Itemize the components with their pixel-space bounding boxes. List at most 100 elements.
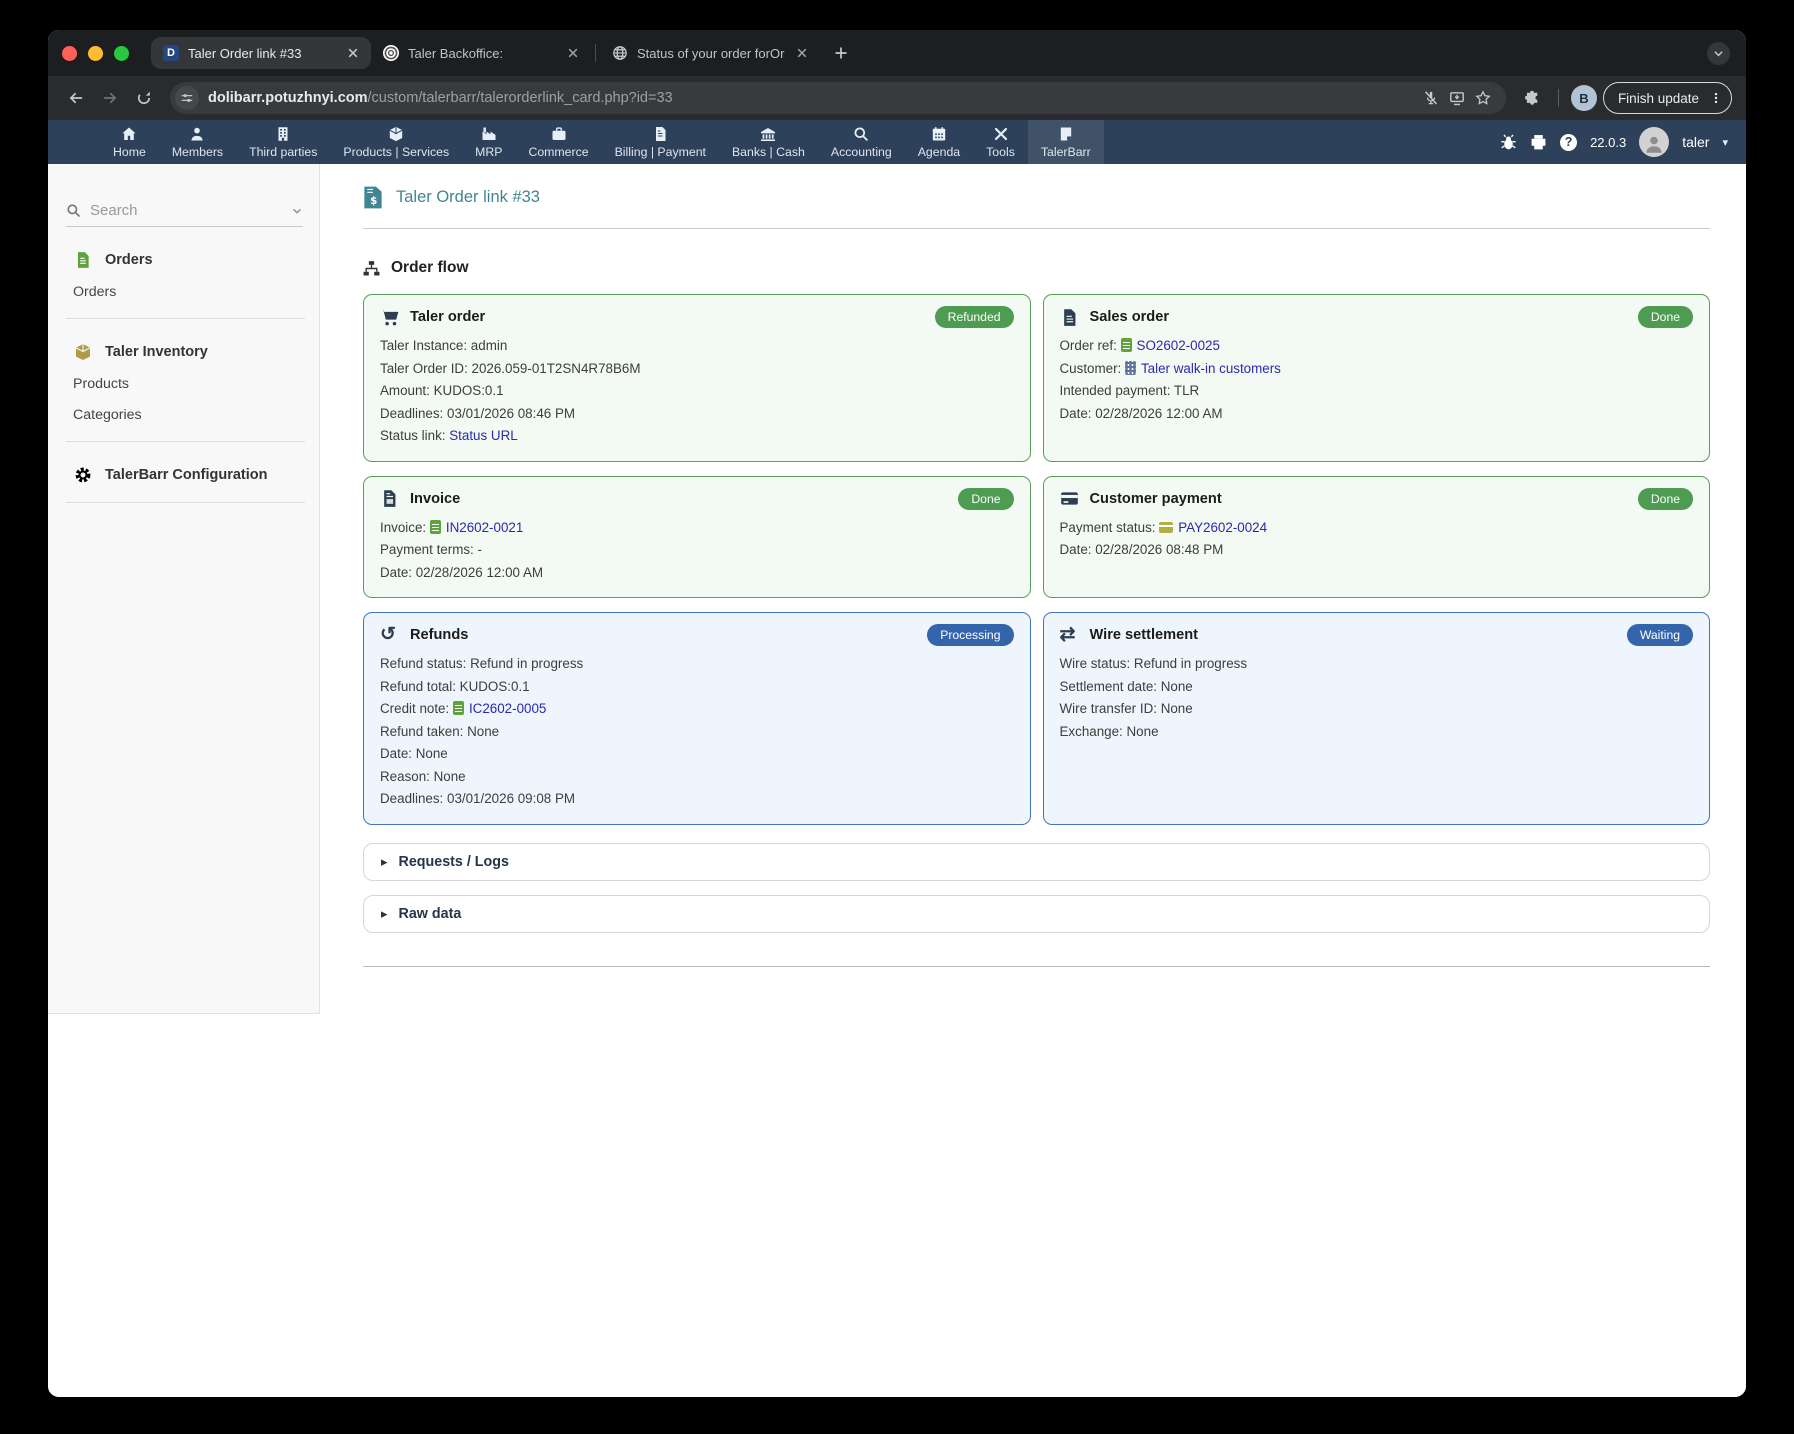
card-line: Credit note: IC2602-0005 bbox=[380, 698, 1014, 721]
menu-item-label: Accounting bbox=[831, 145, 892, 159]
sidebar-section-header: Orders bbox=[48, 251, 319, 269]
window-close-button[interactable] bbox=[62, 46, 77, 61]
sidebar-divider bbox=[66, 441, 305, 442]
user-menu[interactable]: taler bbox=[1682, 134, 1709, 150]
menu-item-billing-payment[interactable]: Billing | Payment bbox=[602, 120, 719, 164]
left-sidebar: Orders Orders Taler Inventory Products Categ… bbox=[48, 164, 320, 1014]
card-line: Refund total: KUDOS:0.1 bbox=[380, 676, 1014, 699]
card-line: Taler Order ID: 2026.059-01T2SN4R78B6M bbox=[380, 358, 1014, 381]
card-line: Payment terms: - bbox=[380, 539, 1014, 562]
card-header: ⇄Wire settlementWaiting bbox=[1060, 624, 1694, 646]
browser-tab[interactable]: Taler Backoffice: bbox=[371, 37, 591, 69]
menu-item-banks-cash[interactable]: Banks | Cash bbox=[719, 120, 818, 164]
status-badge: Done bbox=[1638, 488, 1693, 510]
calendar-icon bbox=[931, 126, 947, 142]
browser-menu-icon[interactable] bbox=[1707, 89, 1725, 107]
address-bar[interactable]: dolibarr.potuzhnyi.com/custom/talerbarr/… bbox=[170, 82, 1506, 114]
finish-update-button[interactable]: Finish update bbox=[1603, 82, 1732, 114]
user-menu-chevron-icon[interactable]: ▾ bbox=[1722, 136, 1728, 149]
card-line: Deadlines: 03/01/2026 08:46 PM bbox=[380, 403, 1014, 426]
taler-favicon bbox=[383, 45, 399, 61]
file-green-icon bbox=[74, 251, 92, 269]
browser-tab[interactable]: DTaler Order link #33 bbox=[151, 37, 371, 69]
user-avatar[interactable] bbox=[1639, 127, 1669, 157]
card-link[interactable]: IC2602-0005 bbox=[469, 701, 546, 716]
card-line: Payment status: PAY2602-0024 bbox=[1060, 517, 1694, 540]
card-line-text: Taler Order ID: 2026.059-01T2SN4R78B6M bbox=[380, 361, 641, 376]
search-icon bbox=[66, 203, 81, 218]
tab-close-icon[interactable] bbox=[565, 45, 581, 61]
version-label: 22.0.3 bbox=[1590, 135, 1626, 150]
menu-item-mrp[interactable]: MRP bbox=[462, 120, 515, 164]
exchange-icon: ⇄ bbox=[1060, 626, 1079, 645]
status-badge: Done bbox=[1638, 306, 1693, 328]
card-line-text: Taler Instance: admin bbox=[380, 338, 507, 353]
card-line: Settlement date: None bbox=[1060, 676, 1694, 699]
main-content: $ Taler Order link #33 Order flow Taler … bbox=[320, 164, 1746, 967]
forward-button[interactable] bbox=[96, 84, 124, 112]
bank-icon bbox=[760, 126, 776, 142]
reload-button[interactable] bbox=[130, 84, 158, 112]
sidebar-item-products[interactable]: Products bbox=[73, 376, 319, 392]
menu-item-accounting[interactable]: Accounting bbox=[818, 120, 905, 164]
extensions-icon[interactable] bbox=[1518, 84, 1546, 112]
card-link[interactable]: Status URL bbox=[449, 428, 517, 443]
browser-tab[interactable]: Status of your order forOrder bbox=[600, 37, 820, 69]
card-line-text: Payment status: bbox=[1060, 520, 1160, 535]
bookmark-star-icon[interactable] bbox=[1470, 85, 1496, 111]
file-green-icon bbox=[453, 701, 464, 715]
new-tab-button[interactable] bbox=[828, 40, 854, 66]
menu-item-commerce[interactable]: Commerce bbox=[515, 120, 601, 164]
gear-icon bbox=[74, 466, 92, 484]
menu-item-agenda[interactable]: Agenda bbox=[905, 120, 973, 164]
menu-item-third-parties[interactable]: Third parties bbox=[236, 120, 330, 164]
mic-off-icon[interactable] bbox=[1418, 85, 1444, 111]
menu-item-label: TalerBarr bbox=[1041, 145, 1091, 159]
card-link[interactable]: Taler walk-in customers bbox=[1141, 361, 1281, 376]
card-header: ↺RefundsProcessing bbox=[380, 624, 1014, 646]
collapsible-raw-data[interactable]: ▸Raw data bbox=[363, 895, 1710, 933]
menu-item-tools[interactable]: Tools bbox=[973, 120, 1028, 164]
site-info-icon[interactable] bbox=[175, 86, 199, 110]
cart-icon bbox=[380, 308, 399, 327]
desktop-background: DTaler Order link #33Taler Backoffice: St… bbox=[0, 0, 1794, 1434]
back-button[interactable] bbox=[62, 84, 90, 112]
sidebar-item-orders[interactable]: Orders bbox=[73, 284, 319, 300]
cube-icon bbox=[388, 126, 404, 142]
tab-strip: DTaler Order link #33Taler Backoffice: St… bbox=[48, 30, 1746, 76]
card-header: InvoiceDone bbox=[380, 488, 1014, 510]
card-line-text: Order ref: bbox=[1060, 338, 1121, 353]
card-link[interactable]: PAY2602-0024 bbox=[1178, 520, 1267, 535]
card-line-text: Refund total: KUDOS:0.1 bbox=[380, 679, 530, 694]
page-body: Orders Orders Taler Inventory Products Categ… bbox=[48, 164, 1746, 1397]
window-zoom-button[interactable] bbox=[114, 46, 129, 61]
card-line: Status link: Status URL bbox=[380, 425, 1014, 448]
card-link[interactable]: SO2602-0025 bbox=[1137, 338, 1220, 353]
menu-item-members[interactable]: Members bbox=[159, 120, 236, 164]
search-input[interactable] bbox=[90, 202, 282, 219]
card-link[interactable]: IN2602-0021 bbox=[446, 520, 523, 535]
card-line-text: Payment terms: - bbox=[380, 542, 482, 557]
search-dropdown-icon[interactable] bbox=[291, 205, 303, 217]
card-line-text: Date: 02/28/2026 12:00 AM bbox=[1060, 406, 1223, 421]
menu-item-products-services[interactable]: Products | Services bbox=[330, 120, 462, 164]
sidebar-section-title: Taler Inventory bbox=[105, 344, 208, 360]
bottom-divider bbox=[363, 966, 1710, 967]
print-icon[interactable] bbox=[1530, 134, 1547, 151]
bug-report-icon[interactable] bbox=[1500, 134, 1517, 151]
profile-avatar[interactable]: B bbox=[1571, 85, 1597, 111]
collapsible-requests-logs[interactable]: ▸Requests / Logs bbox=[363, 843, 1710, 881]
tab-search-button[interactable] bbox=[1707, 42, 1730, 65]
card-title: Invoice bbox=[410, 491, 460, 507]
status-badge: Processing bbox=[927, 624, 1013, 646]
window-minimize-button[interactable] bbox=[88, 46, 103, 61]
help-icon[interactable]: ? bbox=[1560, 134, 1577, 151]
menu-item-home[interactable]: Home bbox=[100, 120, 159, 164]
sitemap-icon bbox=[363, 260, 380, 277]
install-icon[interactable] bbox=[1444, 85, 1470, 111]
tab-close-icon[interactable] bbox=[794, 45, 810, 61]
svg-text:$: $ bbox=[370, 195, 377, 207]
menu-item-talerbarr[interactable]: TalerBarr bbox=[1028, 120, 1104, 164]
tab-close-icon[interactable] bbox=[345, 45, 361, 61]
sidebar-item-categories[interactable]: Categories bbox=[73, 407, 319, 423]
